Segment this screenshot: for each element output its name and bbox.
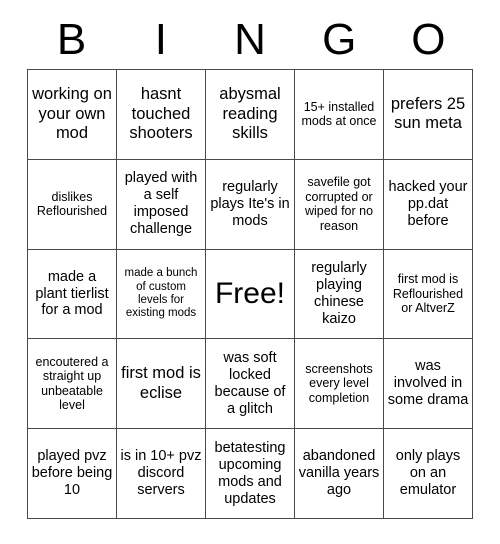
bingo-cell[interactable]: played with a self imposed challenge xyxy=(117,159,206,250)
bingo-cell[interactable]: regularly plays Ite's in mods xyxy=(206,159,295,250)
bingo-cell[interactable]: abysmal reading skills xyxy=(206,70,295,160)
bingo-cell-label: abandoned vanilla years ago xyxy=(298,448,380,499)
bingo-cell-label: savefile got corrupted or wiped for no r… xyxy=(304,174,374,233)
bingo-cell[interactable]: 15+ installed mods at once xyxy=(295,70,384,160)
bingo-cell-label: Free! xyxy=(214,277,286,311)
bingo-cell[interactable]: hacked your pp.dat before xyxy=(384,159,473,250)
bingo-cell-label: first mod is eclise xyxy=(121,364,201,402)
bingo-cell[interactable]: only plays on an emulator xyxy=(384,429,473,519)
bingo-free-space-cell[interactable]: Free! xyxy=(206,249,295,340)
bingo-cell-label: regularly playing chinese kaizo xyxy=(311,260,367,327)
bingo-cell[interactable]: is in 10+ pvz discord servers xyxy=(117,429,206,519)
bingo-cell-label: made a plant tierlist for a mod xyxy=(35,268,109,319)
bingo-cell-label: first mod is Reflourished or AltverZ xyxy=(392,272,464,316)
bingo-cell-label: betatesting upcoming mods and updates xyxy=(214,439,286,507)
bingo-cell[interactable]: dislikes Reflourished xyxy=(28,159,117,250)
bingo-header-letter-o: O xyxy=(411,15,446,64)
bingo-cell-label: hacked your pp.dat before xyxy=(388,178,468,229)
bingo-cell[interactable]: first mod is eclise xyxy=(117,339,206,430)
bingo-header-letter-i: I xyxy=(154,15,167,64)
bingo-cell-label: regularly plays Ite's in mods xyxy=(210,178,290,229)
bingo-cell-label: hasnt touched shooters xyxy=(129,85,193,143)
bingo-cell[interactable]: was soft locked because of a glitch xyxy=(206,339,295,430)
bingo-cell[interactable]: abandoned vanilla years ago xyxy=(295,429,384,519)
bingo-cell-label: abysmal reading skills xyxy=(219,85,281,143)
bingo-cell[interactable]: working on your own mod xyxy=(28,70,117,160)
bingo-cell[interactable]: savefile got corrupted or wiped for no r… xyxy=(295,159,384,250)
bingo-cell-label: screenshots every level completion xyxy=(305,361,373,406)
bingo-cell-label: made a bunch of custom levels for existi… xyxy=(124,267,198,320)
bingo-cell-label: dislikes Reflourished xyxy=(36,189,108,219)
bingo-header-letter-b: B xyxy=(56,15,87,64)
bingo-grid: working on your own mod hasnt touched sho… xyxy=(27,69,473,519)
bingo-cell[interactable]: prefers 25 sun meta xyxy=(384,70,473,160)
bingo-cell[interactable]: regularly playing chinese kaizo xyxy=(295,249,384,340)
bingo-cell-label: encoutered a straight up unbeatable leve… xyxy=(35,354,109,413)
bingo-header-letter-g: G xyxy=(322,15,357,64)
bingo-cell-label: only plays on an emulator xyxy=(395,448,461,499)
bingo-cell[interactable]: betatesting upcoming mods and updates xyxy=(206,429,295,519)
bingo-cell[interactable]: hasnt touched shooters xyxy=(117,70,206,160)
bingo-header-letter-n: N xyxy=(234,15,266,64)
bingo-cell[interactable]: was involved in some drama xyxy=(384,339,473,430)
bingo-cell-label: played pvz before being 10 xyxy=(31,448,113,499)
bingo-cell[interactable]: made a plant tierlist for a mod xyxy=(28,249,117,340)
bingo-cell-label: 15+ installed mods at once xyxy=(301,99,377,129)
bingo-header-row: B I N G O xyxy=(27,14,473,66)
bingo-cell[interactable]: screenshots every level completion xyxy=(295,339,384,430)
bingo-cell-label: prefers 25 sun meta xyxy=(390,95,466,133)
bingo-cell-label: was involved in some drama xyxy=(387,358,469,409)
bingo-cell[interactable]: made a bunch of custom levels for existi… xyxy=(117,249,206,340)
bingo-cell[interactable]: played pvz before being 10 xyxy=(28,429,117,519)
bingo-cell-label: working on your own mod xyxy=(32,85,112,143)
bingo-cell-label: is in 10+ pvz discord servers xyxy=(120,448,202,499)
bingo-cell-label: played with a self imposed challenge xyxy=(124,170,198,238)
bingo-cell[interactable]: first mod is Reflourished or AltverZ xyxy=(384,249,473,340)
bingo-cell[interactable]: encoutered a straight up unbeatable leve… xyxy=(28,339,117,430)
bingo-card: B I N G O working on your own mod hasnt t… xyxy=(0,0,500,544)
bingo-cell-label: was soft locked because of a glitch xyxy=(214,349,286,417)
